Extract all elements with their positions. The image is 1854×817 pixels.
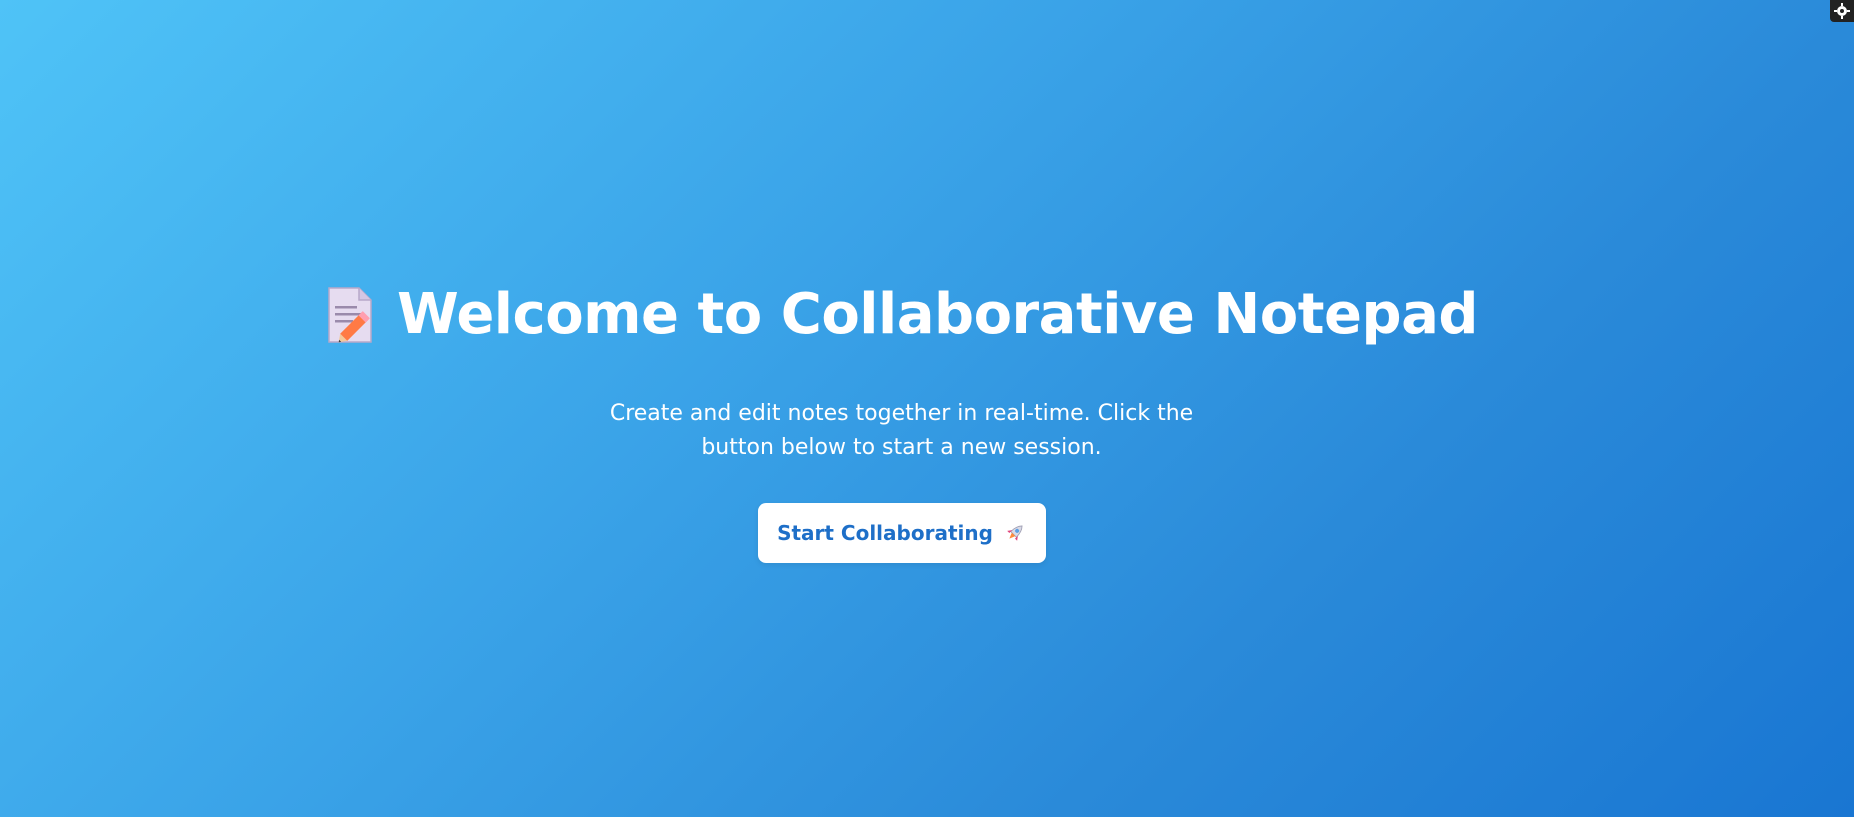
title-row: Welcome to Collaborative Notepad [0, 282, 1803, 347]
start-button-label: Start Collaborating [777, 521, 993, 545]
rocket-icon [1007, 525, 1023, 541]
subtitle-line-2: button below to start a new session. [701, 435, 1102, 460]
subtitle-line-1: Create and edit notes together in real-t… [609, 401, 1194, 426]
start-button-wrapper: Start Collaborating [758, 503, 1046, 563]
page-title: Welcome to Collaborative Notepad [397, 282, 1478, 347]
subtitle: Create and edit notes together in real-t… [0, 397, 1803, 465]
memo-pencil-icon [328, 286, 372, 343]
start-collaborating-button[interactable]: Start Collaborating [758, 503, 1046, 563]
hero-section: Welcome to Collaborative Notepad Create … [0, 0, 1854, 817]
